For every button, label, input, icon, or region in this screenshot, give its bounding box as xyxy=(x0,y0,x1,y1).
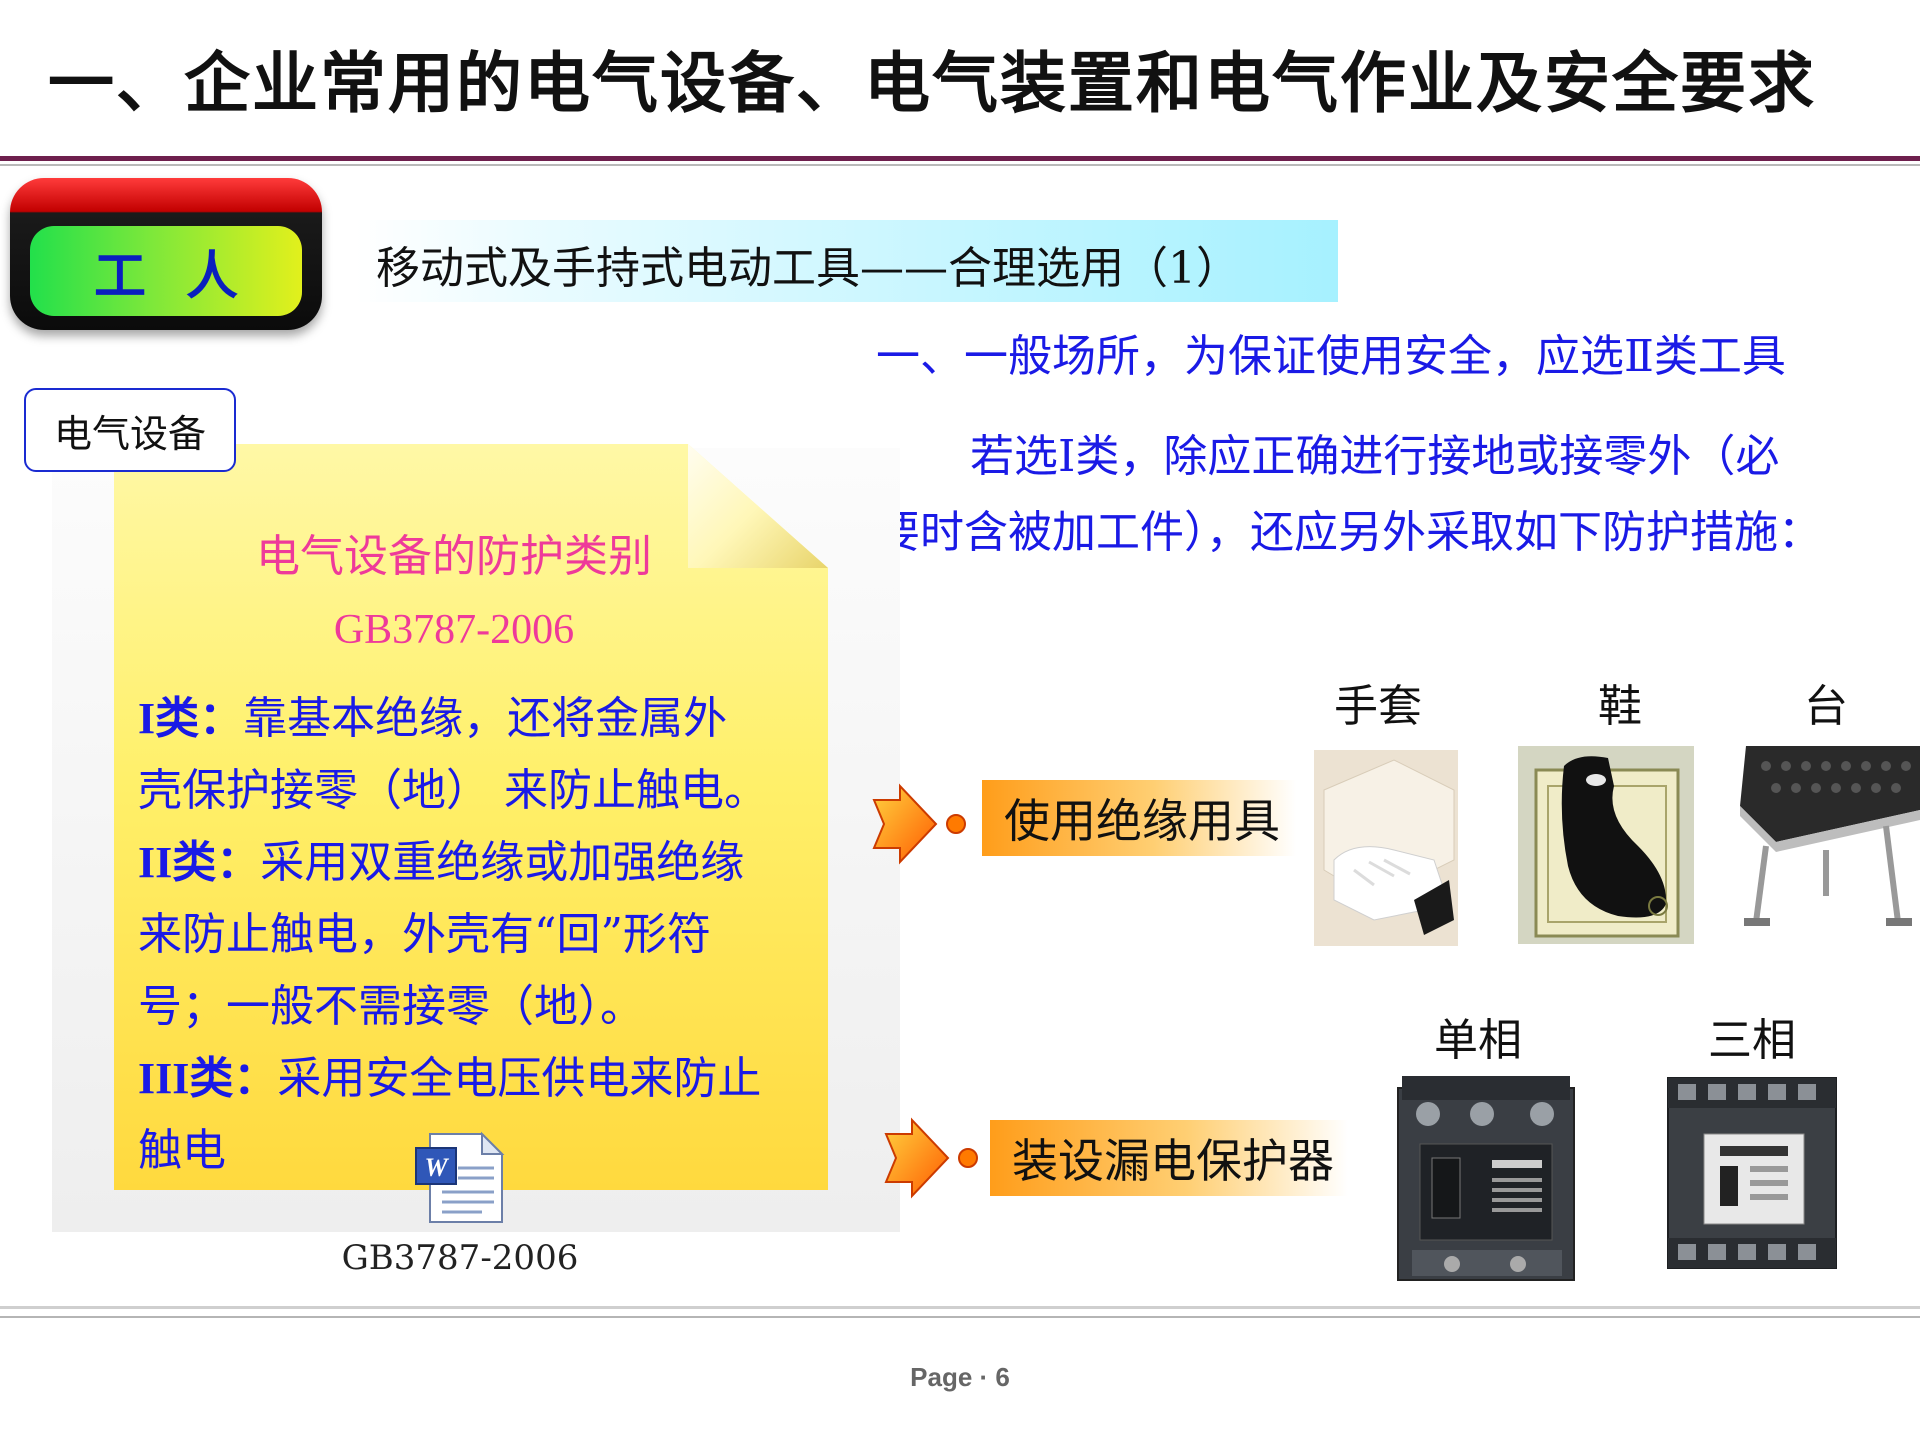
three-phase-rcd-image xyxy=(1664,1074,1840,1274)
gloves-caption: 手套 xyxy=(1334,681,1422,732)
class3-line2: 触电 xyxy=(138,1125,226,1176)
page-number: Page · 6 xyxy=(910,1362,1010,1392)
class2-line2: 来防止触电，外壳有“回”形符 xyxy=(138,909,711,960)
class1-line2: 壳保护接零（地） 来防止触电。 xyxy=(138,765,768,816)
class2-label: II类： xyxy=(138,838,261,887)
title-divider xyxy=(0,156,1920,161)
class1-text-a: 靠基本绝缘，还将金属外 xyxy=(243,693,728,744)
note-heading: 电气设备的防护类别 xyxy=(256,531,652,582)
class3-line1: III类：采用安全电压供电来防止 xyxy=(138,1042,761,1106)
class2-line3: 号；一般不需接零（地）。 xyxy=(138,981,644,1032)
worker-badge: 工人 xyxy=(10,178,322,330)
subtitle-text: 移动式及手持式电动工具——合理选用（1） xyxy=(376,243,1240,294)
three-phase-caption: 三相 xyxy=(1708,1015,1796,1066)
class1-option-text-line1: 若选Ⅰ类，除应正确进行接地或接零外（必 xyxy=(970,431,1780,482)
class3-text-a: 采用安全电压供电来防止 xyxy=(277,1053,762,1104)
class3-label: III类： xyxy=(138,1054,278,1103)
insulating-gloves-image xyxy=(1314,750,1458,946)
subtitle-bar: 移动式及手持式电动工具——合理选用（1） xyxy=(356,220,1338,302)
class2-text-a: 采用双重绝缘或加强绝缘 xyxy=(260,837,745,888)
class1-line1: I类：靠基本绝缘，还将金属外 xyxy=(138,682,727,746)
worker-badge-face: 工人 xyxy=(30,226,302,316)
shoes-caption: 鞋 xyxy=(1598,681,1642,732)
class1-label: I类： xyxy=(138,694,244,743)
arrow-bullet-icon xyxy=(872,783,966,865)
class1-option-text-line2: 要时含被加工件），还应另外采取如下防护措施： xyxy=(876,507,1822,558)
svg-text:W: W xyxy=(424,1153,449,1182)
electrical-equipment-tag: 电气设备 xyxy=(24,388,236,472)
general-requirement-text: 一、一般场所，为保证使用安全，应选Ⅱ类工具 xyxy=(876,331,1786,382)
insulating-shoes-image xyxy=(1518,746,1694,944)
page-title: 一、企业常用的电气设备、电气装置和电气作业及安全要求 xyxy=(48,44,1816,122)
insulating-platform-image xyxy=(1736,746,1920,942)
worker-badge-label: 工人 xyxy=(93,246,278,307)
footer-divider xyxy=(0,1306,1920,1309)
class2-line1: II类：采用双重绝缘或加强绝缘 xyxy=(138,826,744,890)
single-phase-rcd-image xyxy=(1392,1074,1582,1286)
single-phase-caption: 单相 xyxy=(1434,1015,1522,1066)
word-document-caption: GB3787-2006 xyxy=(341,1238,579,1278)
note-standard-code: GB3787-2006 xyxy=(333,607,575,653)
leakage-protector-label: 装设漏电保护器 xyxy=(990,1120,1348,1196)
footer-divider-secondary xyxy=(0,1316,1920,1318)
arrow-bullet-icon xyxy=(884,1117,978,1199)
platform-caption: 台 xyxy=(1804,681,1848,732)
title-divider-secondary xyxy=(0,164,1920,166)
word-document-icon[interactable]: W xyxy=(412,1130,508,1226)
insulation-tools-label: 使用绝缘用具 xyxy=(982,780,1296,856)
